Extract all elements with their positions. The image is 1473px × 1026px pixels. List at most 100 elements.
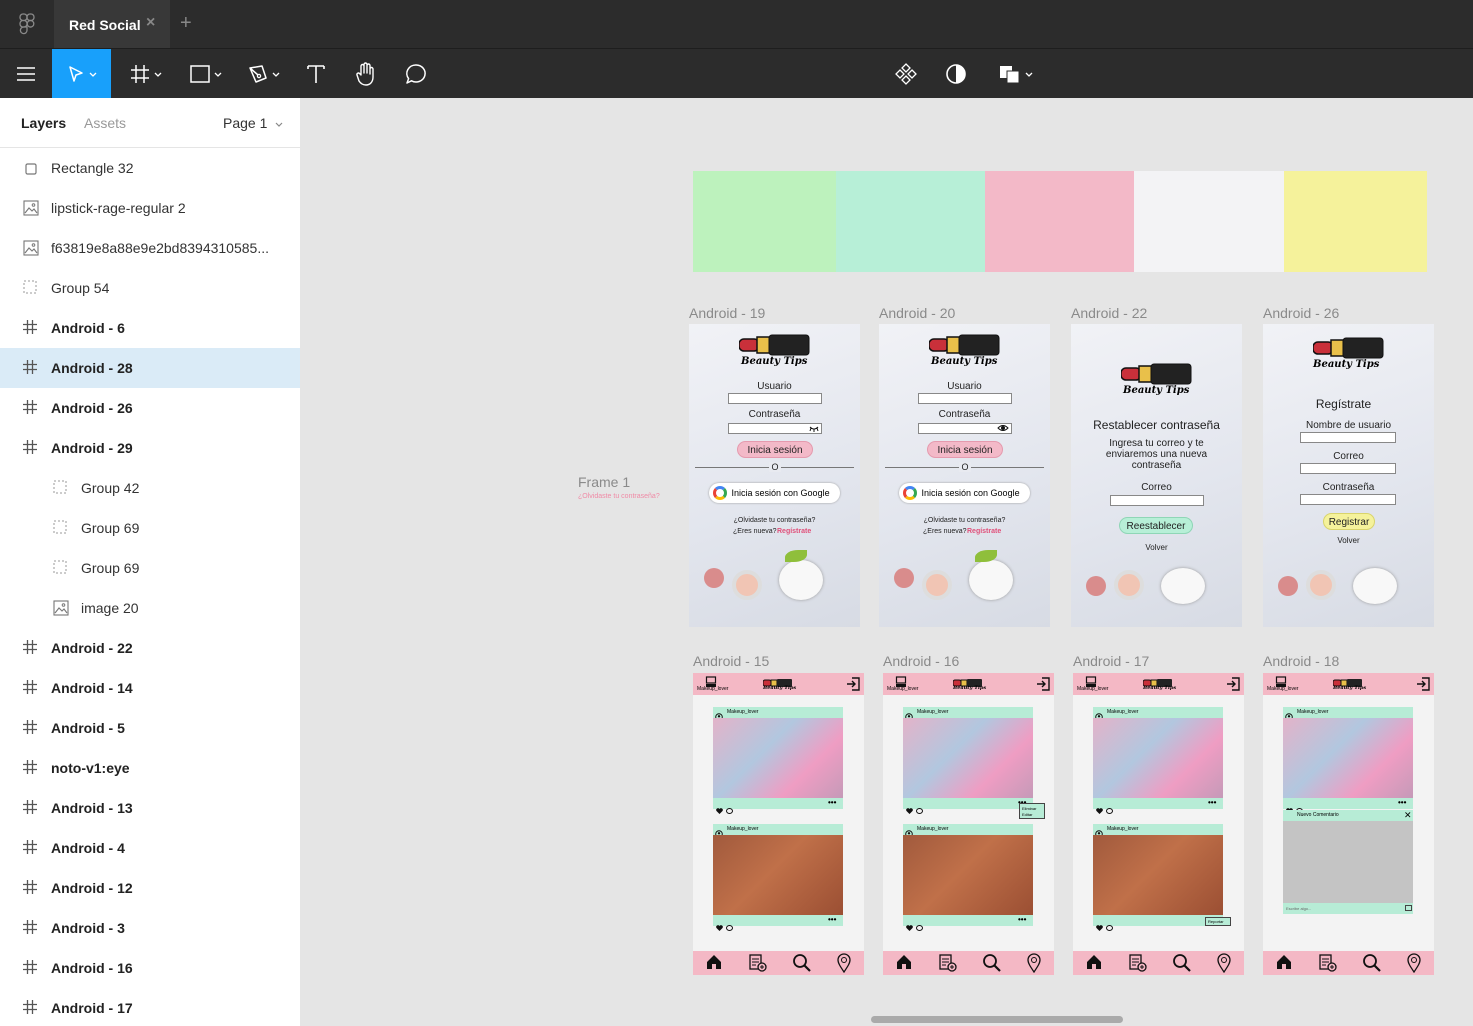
layer-row[interactable]: Android - 6 (0, 308, 300, 348)
more-options-icon[interactable]: ••• (1018, 915, 1026, 924)
layer-row[interactable]: Android - 3 (0, 908, 300, 948)
signin-button[interactable]: Inicia sesión (737, 441, 813, 458)
comment-icon[interactable] (1106, 801, 1113, 819)
screen-android-16[interactable]: Makeup_lover Beauty Tips Makeup_lover ••• Ma… (883, 673, 1054, 975)
boolean-groups-button[interactable] (988, 49, 1044, 99)
post-image-makeup[interactable] (1283, 718, 1413, 798)
post-image-makeup[interactable] (903, 718, 1033, 798)
location-pin-icon[interactable] (1026, 953, 1042, 975)
frame-label-android-18[interactable]: Android - 18 (1263, 653, 1339, 669)
comment-icon[interactable] (916, 918, 923, 936)
screen-android-18[interactable]: Makeup_lover Beauty Tips Makeup_lover ••• Nu… (1263, 673, 1434, 975)
location-pin-icon[interactable] (836, 953, 852, 975)
comment-input[interactable]: Escribe algo... (1283, 903, 1413, 914)
username-field[interactable] (918, 393, 1012, 404)
post-image-palette[interactable] (713, 835, 843, 915)
main-menu-button[interactable] (0, 49, 52, 99)
search-icon[interactable] (792, 953, 812, 975)
password-field[interactable] (1300, 494, 1396, 505)
figma-logo-icon[interactable] (16, 12, 38, 36)
move-tool-button[interactable] (52, 49, 111, 99)
components-button[interactable] (886, 49, 926, 99)
search-icon[interactable] (1362, 953, 1382, 975)
screen-android-17[interactable]: Makeup_lover Beauty Tips Makeup_lover ••• Ma… (1073, 673, 1244, 975)
heart-icon[interactable] (716, 918, 723, 936)
frame-1-label[interactable]: Frame 1 (578, 474, 630, 490)
screen-android-19[interactable]: Beauty Tips Usuario Contraseña Inicia se… (689, 324, 860, 627)
more-options-icon[interactable]: ••• (828, 798, 836, 807)
layer-row[interactable]: Android - 13 (0, 788, 300, 828)
email-field[interactable] (1300, 463, 1396, 474)
layer-row[interactable]: Android - 17 (0, 988, 300, 1026)
heart-icon[interactable] (906, 918, 913, 936)
color-swatch-yellow[interactable] (1284, 171, 1427, 272)
layer-row[interactable]: Android - 26 (0, 388, 300, 428)
color-swatch-green[interactable] (693, 171, 836, 272)
add-post-icon[interactable] (1318, 953, 1338, 975)
screen-android-20[interactable]: Beauty Tips Usuario Contraseña Inicia se… (879, 324, 1050, 627)
comment-area[interactable] (1283, 821, 1413, 903)
logout-icon[interactable] (1416, 677, 1430, 696)
frame-label-android-15[interactable]: Android - 15 (693, 653, 769, 669)
frame-label-android-20[interactable]: Android - 20 (879, 305, 955, 321)
signin-button[interactable]: Inicia sesión (927, 441, 1003, 458)
pen-tool-button[interactable] (238, 49, 290, 99)
forgot-password-link[interactable]: ¿Olvidaste tu contraseña? (689, 517, 860, 524)
register-button[interactable]: Registrar (1323, 513, 1375, 530)
page-selector[interactable]: Page 1 (223, 115, 283, 131)
logout-icon[interactable] (1036, 677, 1050, 696)
frame-label-android-19[interactable]: Android - 19 (689, 305, 765, 321)
search-icon[interactable] (1172, 953, 1192, 975)
mask-button[interactable] (936, 49, 976, 99)
new-tab-icon[interactable]: + (180, 12, 192, 35)
close-icon[interactable]: ✕ (1404, 810, 1412, 821)
color-swatch-mint[interactable] (836, 171, 985, 272)
eye-icon[interactable] (997, 424, 1009, 432)
register-link[interactable]: Regístrate (967, 528, 1001, 535)
comment-tool-button[interactable] (396, 49, 436, 99)
heart-icon[interactable] (906, 801, 913, 819)
layer-row[interactable]: Group 42 (0, 468, 300, 508)
shape-tool-button[interactable] (180, 49, 232, 99)
layer-row[interactable]: Android - 16 (0, 948, 300, 988)
email-field[interactable] (1110, 495, 1204, 506)
register-link[interactable]: Regístrate (777, 528, 811, 535)
post-image-palette[interactable] (903, 835, 1033, 915)
home-icon[interactable] (895, 953, 913, 975)
screen-android-26[interactable]: Beauty Tips Regístrate Nombre de usuario… (1263, 324, 1434, 627)
frame-label-android-16[interactable]: Android - 16 (883, 653, 959, 669)
color-swatch-white[interactable] (1134, 171, 1284, 272)
layer-row[interactable]: noto-v1:eye (0, 748, 300, 788)
comment-icon[interactable] (726, 918, 733, 936)
post-image-makeup[interactable] (1093, 718, 1223, 798)
layer-row[interactable]: Rectangle 32 (0, 148, 300, 188)
color-swatch-pink[interactable] (985, 171, 1134, 272)
comment-icon[interactable] (726, 801, 733, 819)
home-icon[interactable] (1085, 953, 1103, 975)
layer-row[interactable]: image 20 (0, 588, 300, 628)
layer-row[interactable]: Android - 29 (0, 428, 300, 468)
layer-row[interactable]: Group 54 (0, 268, 300, 308)
menu-report[interactable]: Reportar (1208, 919, 1224, 924)
screen-android-22[interactable]: Beauty Tips Restablecer contraseña Ingre… (1071, 324, 1242, 627)
frame-label-android-22[interactable]: Android - 22 (1071, 305, 1147, 321)
hand-tool-button[interactable] (346, 49, 386, 99)
canvas[interactable]: Frame 1 ¿Olvidaste tu contraseña? Androi… (301, 98, 1473, 1026)
text-tool-button[interactable] (296, 49, 336, 99)
layer-row[interactable]: Group 69 (0, 548, 300, 588)
more-options-icon[interactable]: ••• (828, 915, 836, 924)
tab-assets[interactable]: Assets (84, 115, 126, 131)
eye-closed-icon[interactable] (809, 424, 819, 432)
more-options-icon[interactable]: ••• (1208, 798, 1216, 807)
heart-icon[interactable] (1096, 918, 1103, 936)
back-link[interactable]: Volver (1263, 536, 1434, 545)
back-link[interactable]: Volver (1071, 543, 1242, 552)
username-field[interactable] (728, 393, 822, 404)
location-pin-icon[interactable] (1216, 953, 1232, 975)
post-image-makeup[interactable] (713, 718, 843, 798)
layer-row[interactable]: Android - 5 (0, 708, 300, 748)
password-field[interactable] (728, 423, 822, 434)
google-signin-button[interactable]: Inicia sesión con Google (709, 483, 840, 503)
close-tab-icon[interactable]: × (146, 14, 155, 32)
frame-tool-button[interactable] (120, 49, 172, 99)
